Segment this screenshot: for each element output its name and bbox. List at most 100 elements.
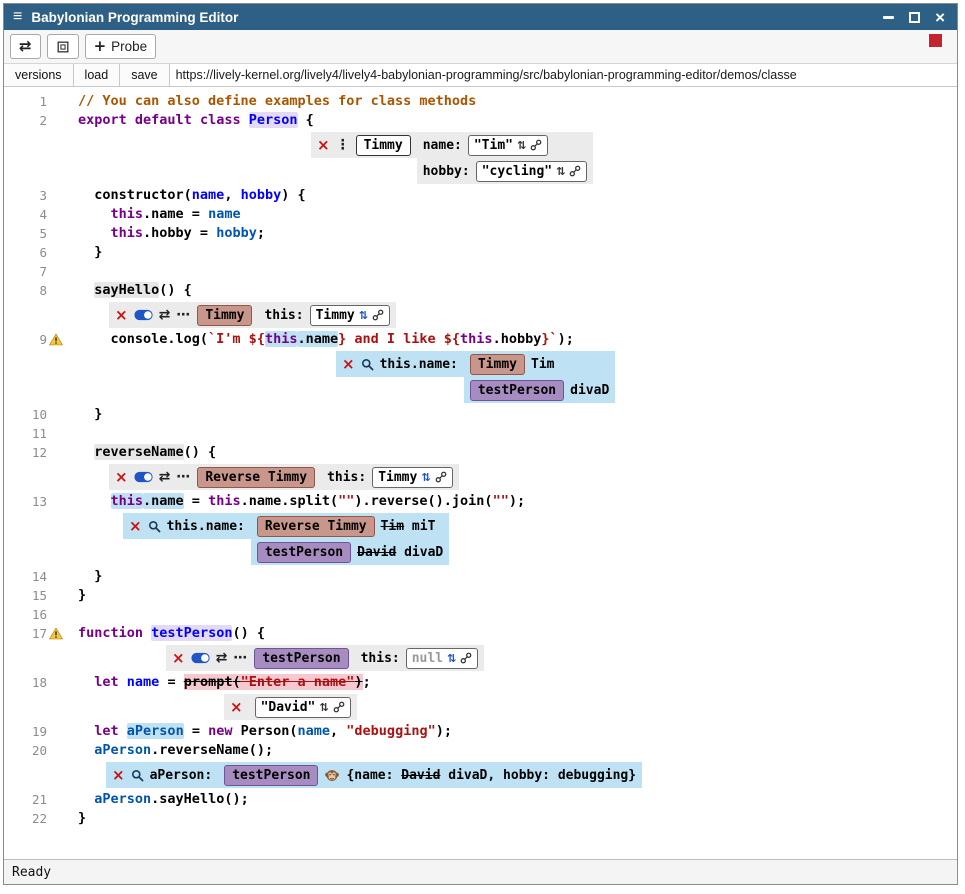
example-badge[interactable]: testPerson [224, 765, 318, 786]
code-text[interactable]: this.hobby = hobby; [66, 224, 957, 243]
value-stepper-icon[interactable]: ⇅ [319, 698, 328, 717]
warning-icon[interactable] [49, 627, 63, 640]
remove-icon[interactable]: × [115, 308, 128, 323]
code-text[interactable]: this.name = name [66, 205, 957, 224]
remove-icon[interactable]: × [129, 519, 142, 534]
swap-icon[interactable]: ⇄ [159, 468, 171, 487]
versions-button[interactable]: versions [4, 64, 74, 86]
maximize-button[interactable] [909, 12, 920, 23]
code-text[interactable] [66, 424, 957, 443]
drag-handle-icon[interactable]: ⋮ [336, 136, 350, 155]
unsaved-indicator [929, 34, 942, 47]
code-text[interactable] [66, 605, 957, 624]
example-badge[interactable]: Timmy [356, 135, 411, 156]
remove-icon[interactable]: × [112, 768, 125, 783]
value-input[interactable]: null⇅ [406, 648, 479, 669]
code-text[interactable]: } [66, 586, 957, 605]
value-input[interactable]: "Tim"⇅ [468, 135, 548, 156]
code-text[interactable]: this.name = this.name.split("").reverse(… [66, 492, 957, 511]
code-text[interactable]: constructor(name, hobby) { [66, 186, 957, 205]
menu-icon[interactable]: ≡ [13, 9, 22, 25]
minimize-button[interactable] [883, 16, 894, 19]
example-widget: ×⇄⋯Timmythis:Timmy⇅ [109, 302, 396, 328]
warning-icon[interactable] [49, 333, 63, 346]
swap-icon[interactable]: ⇄ [159, 306, 171, 325]
value-input[interactable]: "cycling"⇅ [476, 161, 588, 182]
toggle-on-icon[interactable] [191, 652, 210, 664]
link-icon[interactable] [569, 165, 581, 177]
param-label: this: [327, 468, 366, 487]
remove-icon[interactable]: × [115, 470, 128, 485]
line-number: 15 [32, 586, 47, 605]
select-region-button[interactable] [47, 34, 79, 59]
code-text[interactable]: sayHello() { [66, 281, 957, 300]
code-text[interactable]: let aPerson = new Person(name, "debuggin… [66, 722, 957, 741]
url-input[interactable]: https://lively-kernel.org/lively4/lively… [170, 64, 957, 86]
widget-row: ×⇄⋯Timmythis:Timmy⇅ [4, 302, 957, 328]
gutter [4, 351, 66, 403]
remove-icon[interactable]: × [172, 651, 185, 666]
example-badge[interactable]: testPerson [254, 648, 348, 669]
input-value: "Tim" [474, 136, 513, 155]
code-text[interactable]: let name = prompt("Enter a name"); [66, 673, 957, 692]
value-input[interactable]: Timmy⇅ [310, 305, 390, 326]
remove-icon[interactable]: × [230, 700, 243, 715]
example-widget: ×⇄⋯testPersonthis:null⇅ [166, 645, 484, 671]
code-text[interactable]: // You can also define examples for clas… [66, 92, 957, 111]
value-stepper-icon[interactable]: ⇅ [421, 468, 430, 487]
line-number: 4 [39, 205, 47, 224]
link-icon[interactable] [530, 139, 542, 151]
value-stepper-icon[interactable]: ⇅ [359, 306, 368, 325]
value-input[interactable]: "David"⇅ [255, 697, 351, 718]
param-label: name: [423, 136, 462, 155]
toggle-on-icon[interactable] [134, 309, 153, 321]
remove-icon[interactable]: × [317, 138, 330, 153]
value-input[interactable]: Timmy⇅ [372, 467, 452, 488]
example-badge[interactable]: testPerson [257, 542, 351, 563]
close-button[interactable]: × [935, 9, 945, 26]
swap-button[interactable]: ⇄ [10, 34, 41, 59]
example-badge[interactable]: Timmy [470, 354, 525, 375]
code-text[interactable] [66, 262, 957, 281]
code-text[interactable]: function testPerson() { [66, 624, 957, 643]
value-stepper-icon[interactable]: ⇅ [447, 649, 456, 668]
load-button[interactable]: load [74, 64, 121, 86]
value-stepper-icon[interactable]: ⇅ [556, 162, 565, 181]
example-badge[interactable]: Reverse Timmy [197, 467, 315, 488]
code-text[interactable]: console.log(`I'm ${this.name} and I like… [66, 330, 957, 349]
toggle-on-icon[interactable] [134, 471, 153, 483]
save-button[interactable]: save [120, 64, 169, 86]
code-text[interactable]: aPerson.sayHello(); [66, 790, 957, 809]
link-icon[interactable] [460, 652, 472, 664]
example-badge[interactable]: Timmy [197, 305, 252, 326]
code-text[interactable]: } [66, 809, 957, 828]
code-text[interactable]: export default class Person { [66, 111, 957, 130]
remove-icon[interactable]: × [342, 357, 355, 372]
add-probe-button[interactable]: + Probe [85, 34, 157, 59]
value-stepper-icon[interactable]: ⇅ [517, 136, 526, 155]
code-line: 12 reverseName() { [4, 443, 957, 462]
code-text[interactable]: } [66, 243, 957, 262]
code-text[interactable]: } [66, 405, 957, 424]
example-badge[interactable]: Reverse Timmy [257, 516, 375, 537]
code-text[interactable]: } [66, 567, 957, 586]
more-options-icon[interactable]: ⋯ [176, 306, 191, 325]
code-editor[interactable]: 1// You can also define examples for cla… [4, 87, 957, 859]
gutter: 2 [4, 111, 66, 130]
swap-icon[interactable]: ⇄ [216, 649, 228, 668]
example-badge[interactable]: testPerson [470, 380, 564, 401]
more-options-icon[interactable]: ⋯ [176, 468, 191, 487]
code-text[interactable]: aPerson.reverseName(); [66, 741, 957, 760]
code-line: 19 let aPerson = new Person(name, "debug… [4, 722, 957, 741]
example-param: this: Timmy⇅ [321, 464, 459, 490]
code-line: 13 this.name = this.name.split("").rever… [4, 492, 957, 511]
link-icon[interactable] [372, 309, 384, 321]
link-icon[interactable] [435, 471, 447, 483]
example-param: name: "Tim"⇅ [417, 132, 594, 158]
more-options-icon[interactable]: ⋯ [233, 649, 248, 668]
title-bar[interactable]: ≡ Babylonian Programming Editor × [4, 4, 957, 30]
link-icon[interactable] [333, 701, 345, 713]
gutter: 1 [4, 92, 66, 111]
code-text[interactable]: reverseName() { [66, 443, 957, 462]
plus-icon: + [94, 39, 107, 54]
